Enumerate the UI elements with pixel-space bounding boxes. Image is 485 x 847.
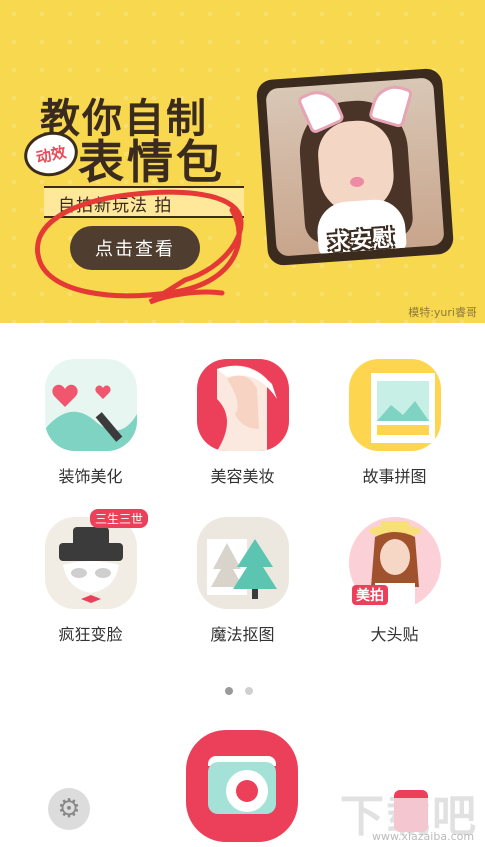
store-icon[interactable] xyxy=(394,790,428,832)
feature-decorate[interactable]: 装饰美化 xyxy=(10,359,171,487)
camera-button[interactable] xyxy=(186,730,298,842)
feature-label: 大头贴 xyxy=(370,625,419,644)
mask-icon xyxy=(44,517,137,609)
feature-label: 美容美妆 xyxy=(210,467,275,486)
feature-label: 疯狂变脸 xyxy=(58,625,123,644)
feature-makeup[interactable]: 美容美妆 xyxy=(162,359,323,487)
decorate-icon xyxy=(44,359,137,451)
banner-ribbon-text: 自拍新玩法 拍 xyxy=(58,196,173,216)
view-button[interactable]: 点击查看 xyxy=(70,226,200,270)
feature-badge: 美拍 xyxy=(352,585,388,605)
collage-icon xyxy=(348,359,441,451)
cutout-icon xyxy=(196,517,289,609)
feature-label: 故事拼图 xyxy=(362,467,427,486)
photo-caption: 求安慰 xyxy=(327,226,396,257)
page-dot-1[interactable] xyxy=(225,687,233,695)
feature-badge: 三生三世 xyxy=(90,509,149,528)
page-dot-2[interactable] xyxy=(245,687,253,695)
gear-icon[interactable]: ⚙ xyxy=(48,788,90,830)
promo-banner[interactable]: 教你自制 动效 表情包 自拍新玩法 拍 点击查看 求安慰 模特:yuri睿哥 xyxy=(0,0,485,323)
banner-photo: 求安慰 xyxy=(255,67,455,267)
model-photo: 求安慰 xyxy=(265,77,445,257)
feature-cutout[interactable]: 魔法抠图 xyxy=(162,517,323,645)
watermark-url: www.xiazaiba.com xyxy=(372,830,475,843)
makeup-icon xyxy=(196,359,289,451)
feature-face-swap[interactable]: 疯狂变脸 三生三世 xyxy=(10,509,171,645)
feature-label: 装饰美化 xyxy=(58,467,123,486)
banner-title-line2: 表情包 xyxy=(78,135,225,189)
feature-collage[interactable]: 故事拼图 xyxy=(314,359,475,487)
feature-label: 魔法抠图 xyxy=(210,625,275,644)
banner-credit: 模特:yuri睿哥 xyxy=(408,306,477,319)
page-indicator xyxy=(225,687,253,695)
feature-photo-sticker[interactable]: 大头贴 美拍 xyxy=(314,517,475,645)
